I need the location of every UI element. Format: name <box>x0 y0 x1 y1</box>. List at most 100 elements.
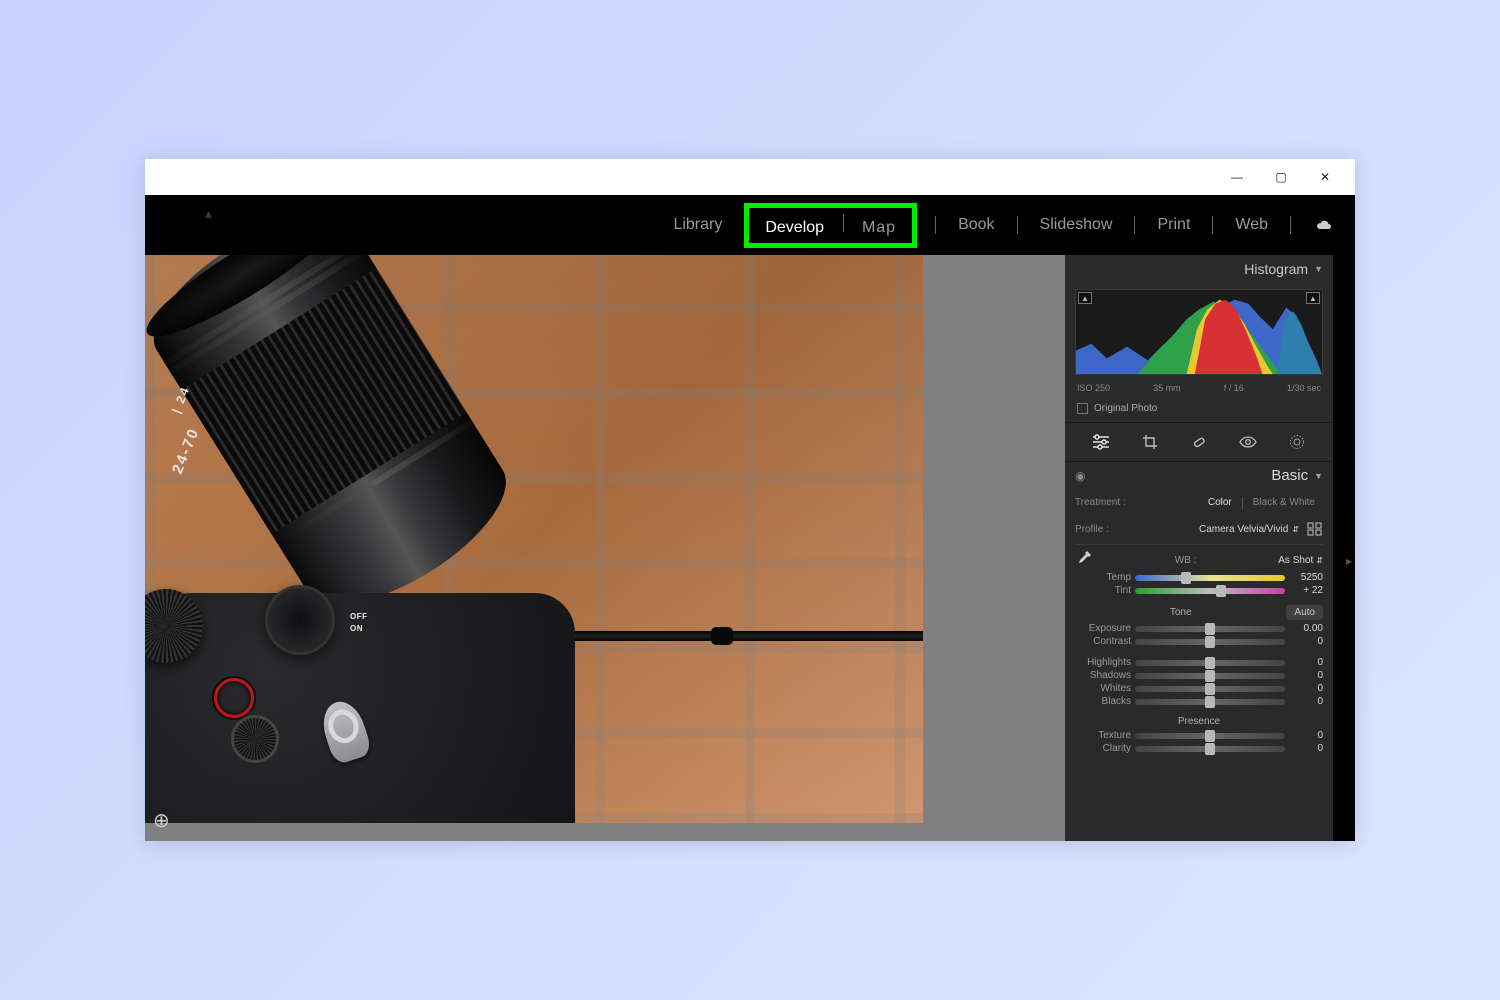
profile-row: Profile : Camera Velvia/Vivid ⇵ <box>1075 516 1323 545</box>
redeye-tool-icon[interactable] <box>1234 431 1262 453</box>
module-web[interactable]: Web <box>1231 212 1272 238</box>
clarity-value[interactable]: 0 <box>1289 743 1323 754</box>
module-print[interactable]: Print <box>1153 212 1194 238</box>
shadow-clipping-toggle[interactable]: ▲ <box>1078 292 1092 304</box>
exif-focal: 35 mm <box>1153 383 1181 393</box>
titlebar: — ▢ ✕ <box>145 159 1355 195</box>
top-panel-collapse-icon[interactable]: ▴ <box>205 205 212 222</box>
tint-slider-row: Tint + 22 <box>1075 584 1323 597</box>
panel-visibility-eye-icon[interactable]: ◉ <box>1075 469 1085 483</box>
blacks-slider-row: Blacks 0 <box>1075 695 1323 708</box>
texture-slider[interactable] <box>1135 733 1285 739</box>
window-minimize-button[interactable]: — <box>1215 161 1259 193</box>
right-panel-expand-icon[interactable]: ▸ <box>1342 548 1355 574</box>
module-map[interactable]: Map <box>858 215 900 240</box>
whites-label: Whites <box>1075 683 1131 694</box>
profile-browser-icon[interactable] <box>1307 522 1323 536</box>
zoom-loupe-icon[interactable]: ⊕ <box>153 808 170 833</box>
shadows-slider[interactable] <box>1135 673 1285 679</box>
clarity-slider[interactable] <box>1135 746 1285 752</box>
blacks-value[interactable]: 0 <box>1289 696 1323 707</box>
whites-slider-row: Whites 0 <box>1075 682 1323 695</box>
original-photo-label: Original Photo <box>1094 403 1157 414</box>
texture-value[interactable]: 0 <box>1289 730 1323 741</box>
contrast-value[interactable]: 0 <box>1289 636 1323 647</box>
image-canvas[interactable]: | 24 24-70 OFF ON ⊕ <box>145 255 1065 841</box>
whites-value[interactable]: 0 <box>1289 683 1323 694</box>
treatment-row: Treatment : Color Black & White <box>1075 491 1323 516</box>
photo-camera-body-decoration: OFF ON <box>145 593 575 823</box>
basic-panel-header[interactable]: ◉ Basic ▼ <box>1065 462 1333 489</box>
healing-tool-icon[interactable] <box>1185 431 1213 453</box>
window-maximize-button[interactable]: ▢ <box>1259 161 1303 193</box>
treatment-bw-option[interactable]: Black & White <box>1245 495 1323 510</box>
right-rail: ▸ <box>1333 255 1355 841</box>
content-area: | 24 24-70 OFF ON ⊕ <box>145 255 1355 841</box>
module-library[interactable]: Library <box>669 212 726 238</box>
app-window: — ▢ ✕ ▴ Library Develop Map Book Slidesh… <box>145 159 1355 841</box>
exposure-slider[interactable] <box>1135 626 1285 632</box>
exif-iso: ISO 250 <box>1077 383 1110 393</box>
cloud-sync-icon[interactable] <box>1313 218 1333 232</box>
whites-slider[interactable] <box>1135 686 1285 692</box>
treatment-color-option[interactable]: Color <box>1200 495 1240 510</box>
wb-eyedropper-icon[interactable] <box>1075 551 1093 569</box>
histogram-title: Histogram <box>1244 261 1308 277</box>
exif-summary: ISO 250 35 mm f / 16 1/30 sec <box>1065 379 1333 399</box>
exif-shutter: 1/30 sec <box>1287 383 1321 393</box>
tone-section-header: Tone Auto <box>1075 597 1323 622</box>
local-tools-strip <box>1065 423 1333 462</box>
right-panel: Histogram ▼ ▲ ▲ ISO 250 35 <box>1065 255 1333 841</box>
presence-section-header: Presence <box>1075 708 1323 729</box>
module-separator <box>1134 216 1135 234</box>
shadows-value[interactable]: 0 <box>1289 670 1323 681</box>
module-book[interactable]: Book <box>954 212 998 238</box>
wb-row: WB : As Shot ⇵ <box>1075 545 1323 571</box>
top-bar: ▴ Library Develop Map Book Slideshow Pri… <box>145 195 1355 255</box>
module-separator <box>747 216 748 234</box>
highlight-clipping-toggle[interactable]: ▲ <box>1306 292 1320 304</box>
exif-aperture: f / 16 <box>1224 383 1244 393</box>
clarity-slider-row: Clarity 0 <box>1075 742 1323 755</box>
module-slideshow[interactable]: Slideshow <box>1036 212 1117 238</box>
window-close-button[interactable]: ✕ <box>1303 161 1347 193</box>
module-separator <box>935 216 936 234</box>
module-separator <box>843 214 844 232</box>
basic-panel-body: Treatment : Color Black & White Profile … <box>1065 489 1333 841</box>
profile-dropdown[interactable]: Camera Velvia/Vivid ⇵ <box>1117 524 1299 535</box>
tint-value[interactable]: + 22 <box>1289 585 1323 596</box>
contrast-slider[interactable] <box>1135 639 1285 645</box>
temp-slider-row: Temp 5250 <box>1075 571 1323 584</box>
module-develop[interactable]: Develop <box>761 215 828 240</box>
histogram-display[interactable]: ▲ ▲ <box>1075 289 1323 375</box>
original-photo-row: Original Photo <box>1065 399 1333 423</box>
photo-preview: | 24 24-70 OFF ON <box>145 255 923 823</box>
texture-slider-row: Texture 0 <box>1075 729 1323 742</box>
masking-tool-icon[interactable] <box>1283 431 1311 453</box>
exposure-value[interactable]: 0.00 <box>1289 623 1323 634</box>
edit-sliders-icon[interactable] <box>1087 431 1115 453</box>
wb-label: WB : <box>1101 555 1270 566</box>
annotation-highlight: Develop Map <box>744 203 917 248</box>
shadows-slider-row: Shadows 0 <box>1075 669 1323 682</box>
temp-slider[interactable] <box>1135 575 1285 581</box>
module-picker: Library Develop Map Book Slideshow Print… <box>669 195 1355 255</box>
module-separator <box>1017 216 1018 234</box>
highlights-value[interactable]: 0 <box>1289 657 1323 668</box>
module-separator <box>1212 216 1213 234</box>
crop-tool-icon[interactable] <box>1136 431 1164 453</box>
histogram-panel-header[interactable]: Histogram ▼ <box>1065 255 1333 283</box>
tint-slider[interactable] <box>1135 588 1285 594</box>
exposure-slider-row: Exposure 0.00 <box>1075 622 1323 635</box>
temp-value[interactable]: 5250 <box>1289 572 1323 583</box>
original-photo-checkbox[interactable] <box>1077 403 1088 414</box>
tone-label: Tone <box>1075 607 1286 618</box>
auto-tone-button[interactable]: Auto <box>1286 605 1323 620</box>
camera-off-label: OFF <box>350 611 368 623</box>
blacks-slider[interactable] <box>1135 699 1285 705</box>
highlights-slider[interactable] <box>1135 660 1285 666</box>
wb-dropdown[interactable]: As Shot ⇵ <box>1278 555 1323 566</box>
contrast-slider-row: Contrast 0 <box>1075 635 1323 648</box>
highlights-slider-row: Highlights 0 <box>1075 656 1323 669</box>
separator <box>1242 497 1243 509</box>
